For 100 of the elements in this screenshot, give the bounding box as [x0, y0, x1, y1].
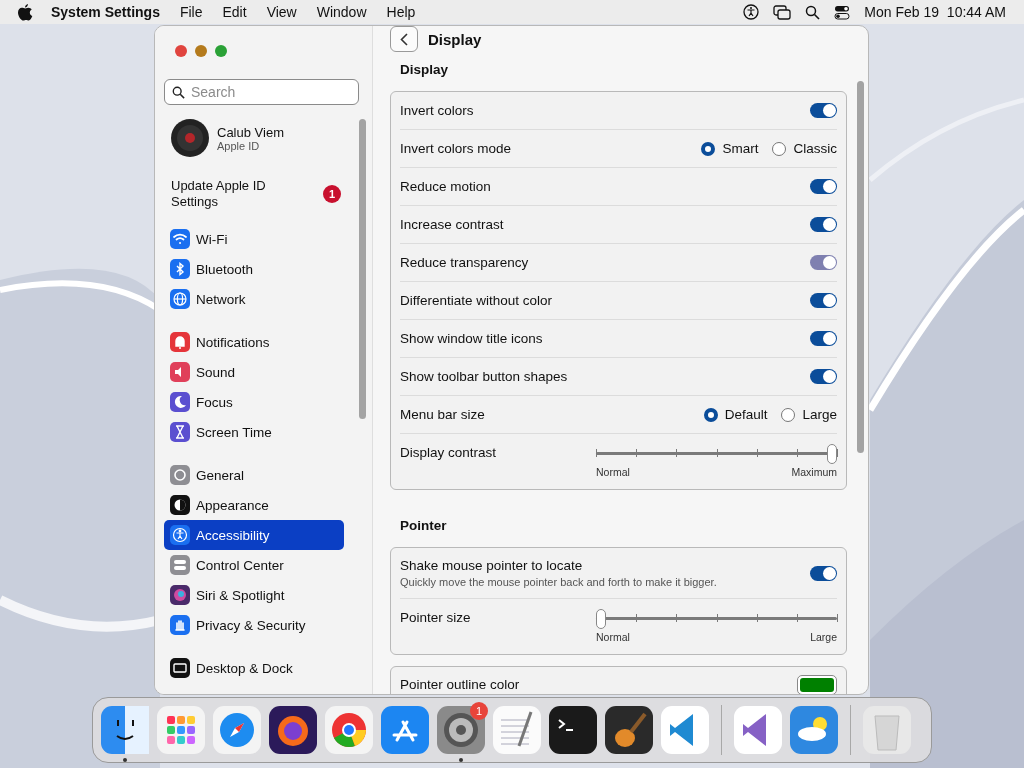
slider-thumb[interactable]	[827, 444, 837, 464]
radio-button[interactable]	[701, 141, 716, 156]
radio-button[interactable]	[781, 407, 796, 422]
privacy-icon	[170, 615, 190, 635]
slider-thumb[interactable]	[596, 609, 606, 629]
zoom-button[interactable]	[215, 45, 227, 57]
setting-label: Reduce transparency	[400, 255, 529, 270]
screentime-icon	[170, 422, 190, 442]
close-button[interactable]	[175, 45, 187, 57]
setting-label: Show window title icons	[400, 331, 543, 346]
setting-label: Reduce motion	[400, 179, 491, 194]
menu-item[interactable]: View	[256, 4, 307, 20]
sidebar-item[interactable]: Focus	[164, 387, 344, 417]
bluetooth-icon	[170, 259, 190, 279]
setting-label: Menu bar size	[400, 407, 485, 422]
setting-description: Quickly move the mouse pointer back and forth to make it bigger.	[400, 576, 717, 588]
slider-track[interactable]	[596, 444, 837, 464]
setting-label: Display contrast	[400, 445, 497, 460]
app-icon[interactable]	[437, 706, 485, 754]
search-icon[interactable]	[805, 4, 821, 20]
setting-label: Shake mouse pointer to locate	[400, 558, 584, 573]
minimize-button[interactable]	[195, 45, 207, 57]
search-field[interactable]: Search	[164, 79, 359, 105]
search-icon	[172, 86, 185, 99]
sound-icon	[170, 362, 190, 382]
radio-button[interactable]	[703, 407, 718, 422]
avatar[interactable]	[171, 119, 209, 157]
app-menu[interactable]: System Settings	[41, 4, 170, 20]
setting-label: Pointer size	[400, 610, 471, 625]
slider-min-label: Normal	[596, 466, 630, 478]
sidebar-item[interactable]: Control Center	[164, 550, 344, 580]
sidebar-item[interactable]: Appearance	[164, 490, 344, 520]
accessibility-icon	[170, 525, 190, 545]
app-icon[interactable]	[549, 706, 597, 754]
account-name[interactable]: Calub Viem	[217, 124, 284, 140]
notification-badge: 1	[470, 702, 488, 720]
sidebar-item[interactable]: Accessibility	[164, 520, 344, 550]
clock[interactable]: Mon Feb 19 10:44 AM	[864, 4, 1006, 20]
sidebar-item[interactable]: Bluetooth	[164, 254, 344, 284]
radio-option[interactable]: Smart	[701, 141, 759, 156]
setting-label: Invert colors mode	[400, 141, 512, 156]
windows-icon[interactable]	[773, 4, 792, 20]
sidebar-item[interactable]: Wi-Fi	[164, 224, 344, 254]
update-notice[interactable]: Update Apple ID Settings	[171, 178, 291, 210]
apple-logo-icon[interactable]	[18, 3, 33, 21]
slider-max-label: Maximum	[791, 466, 837, 478]
menu-item[interactable]: File	[169, 4, 213, 20]
sidebar-item[interactable]: Siri & Spotlight	[164, 580, 344, 610]
sidebar-item[interactable]: Notifications	[164, 327, 344, 357]
setting-label: Pointer outline color	[400, 677, 520, 692]
slider-max-label: Large	[810, 631, 837, 643]
desktop-icon	[170, 658, 190, 678]
sidebar-item[interactable]: Desktop & Dock	[164, 653, 344, 683]
back-button[interactable]	[390, 26, 418, 52]
setting-label: Show toolbar button shapes	[400, 369, 568, 384]
sidebar-item[interactable]: Network	[164, 284, 344, 314]
radio-button[interactable]	[772, 141, 787, 156]
page-title: Display	[428, 30, 482, 48]
radio-option[interactable]: Large	[781, 407, 837, 422]
app-icon[interactable]	[269, 706, 317, 754]
wifi-icon	[170, 229, 190, 249]
siri-icon	[170, 585, 190, 605]
toggle-switch[interactable]	[810, 369, 837, 384]
scrollbar[interactable]	[857, 81, 864, 453]
menu-item[interactable]: Help	[376, 4, 426, 20]
setting-label: Increase contrast	[400, 217, 504, 232]
notification-badge: 1	[323, 185, 341, 203]
setting-label: Differentiate without color	[400, 293, 553, 308]
toggle-switch[interactable]	[810, 565, 837, 581]
sidebar-item[interactable]: Screen Time	[164, 417, 344, 447]
section-title: Pointer	[400, 518, 448, 535]
sidebar-item[interactable]: General	[164, 460, 344, 490]
menu-item[interactable]: Window	[306, 4, 377, 20]
control-center-icon[interactable]	[834, 4, 851, 20]
account-subtitle: Apple ID	[217, 139, 261, 152]
section-title: Display	[400, 62, 450, 79]
slider-track[interactable]	[596, 609, 837, 629]
chevron-left-icon	[400, 32, 408, 46]
toggle-switch[interactable]	[810, 293, 837, 308]
scrollbar[interactable]	[359, 119, 366, 419]
toggle-switch[interactable]	[810, 217, 837, 232]
setting-label: Invert colors	[400, 103, 474, 118]
slider-min-label: Normal	[596, 631, 630, 643]
color-well[interactable]	[797, 675, 837, 694]
radio-option[interactable]: Classic	[772, 141, 837, 156]
app-icon[interactable]	[101, 706, 149, 754]
notifications-icon	[170, 332, 190, 352]
sidebar-item[interactable]: Privacy & Security	[164, 610, 344, 640]
app-icon[interactable]	[605, 706, 653, 754]
toggle-switch[interactable]	[810, 103, 837, 118]
focus-icon	[170, 392, 190, 412]
controlcenter-icon	[170, 555, 190, 575]
appearance-icon	[170, 495, 190, 515]
sidebar-item[interactable]: Sound	[164, 357, 344, 387]
radio-option[interactable]: Default	[703, 407, 768, 422]
menu-item[interactable]: Edit	[212, 4, 257, 20]
toggle-switch[interactable]	[810, 331, 837, 346]
accessibility-icon[interactable]	[743, 4, 760, 20]
general-icon	[170, 465, 190, 485]
toggle-switch[interactable]	[810, 179, 837, 194]
